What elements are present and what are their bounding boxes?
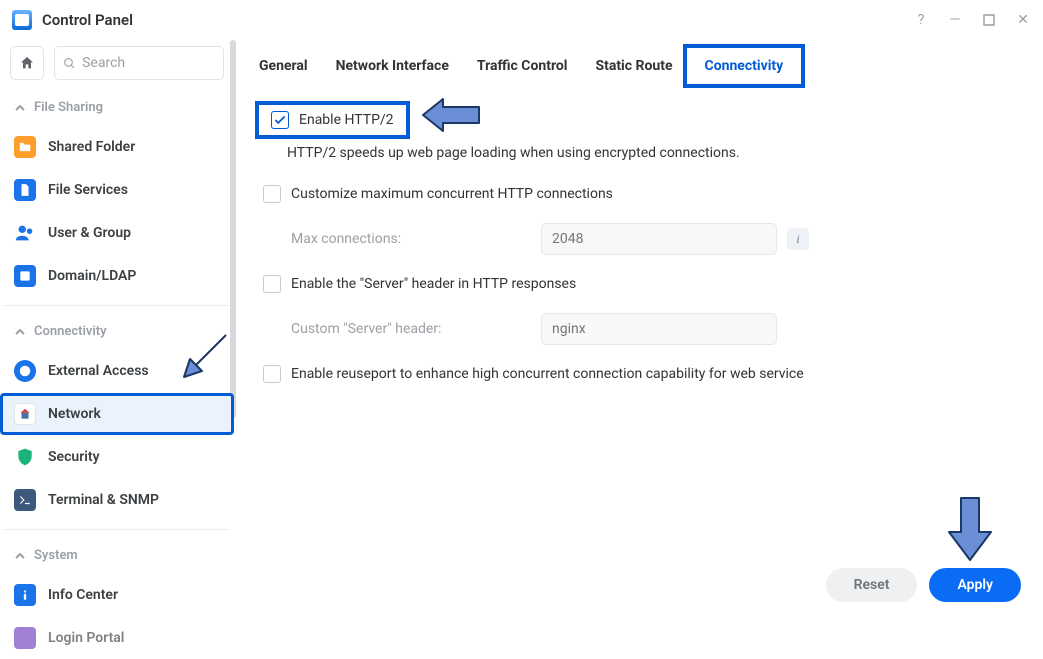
- shield-icon: [14, 446, 36, 468]
- section-system-label: System: [34, 548, 78, 563]
- sidebar-item-network[interactable]: Network: [0, 393, 234, 435]
- sidebar-item-domain-ldap[interactable]: Domain/LDAP: [0, 255, 234, 297]
- app-icon: [12, 10, 32, 30]
- option-label: Enable HTTP/2: [299, 112, 394, 128]
- divider: [4, 305, 230, 306]
- help-icon[interactable]: ?: [913, 12, 929, 28]
- network-icon: [14, 403, 36, 425]
- section-file-sharing-label: File Sharing: [34, 100, 103, 115]
- option-reuseport[interactable]: Enable reuseport to enhance high concurr…: [259, 355, 1023, 393]
- search-field[interactable]: [82, 55, 215, 71]
- sidebar-item-label: Terminal & SNMP: [48, 492, 159, 508]
- annotation-arrow-icon: [419, 95, 483, 139]
- sidebar-item-label: Shared Folder: [48, 139, 135, 155]
- reset-button[interactable]: Reset: [826, 568, 918, 602]
- chevron-up-icon: [14, 102, 26, 114]
- chevron-up-icon: [14, 326, 26, 338]
- external-icon: [14, 360, 36, 382]
- custom-server-input: [541, 313, 777, 345]
- checkbox-reuseport[interactable]: [263, 365, 281, 383]
- option-label: Customize maximum concurrent HTTP connec…: [291, 186, 613, 202]
- sidebar: File Sharing Shared Folder File Services…: [0, 40, 235, 614]
- checkbox-server-header[interactable]: [263, 275, 281, 293]
- search-input[interactable]: [54, 46, 224, 80]
- tab-connectivity[interactable]: Connectivity: [683, 44, 806, 88]
- file-icon: [14, 179, 36, 201]
- checkbox-enable-http2[interactable]: [271, 111, 289, 129]
- sidebar-item-label: Network: [48, 406, 101, 422]
- checkbox-customize-concurrent[interactable]: [263, 185, 281, 203]
- sidebar-item-label: Domain/LDAP: [48, 268, 136, 284]
- info-icon: [14, 584, 36, 606]
- users-icon: [14, 222, 36, 244]
- section-system[interactable]: System: [0, 538, 234, 573]
- sidebar-item-label: Info Center: [48, 587, 118, 603]
- sidebar-item-info-center[interactable]: Info Center: [0, 574, 234, 616]
- login-icon: [14, 627, 36, 649]
- content-pane: General Network Interface Traffic Contro…: [235, 40, 1043, 614]
- sidebar-item-label: External Access: [48, 363, 149, 379]
- sidebar-item-file-services[interactable]: File Services: [0, 169, 234, 211]
- sidebar-item-label: File Services: [48, 182, 128, 198]
- section-file-sharing[interactable]: File Sharing: [0, 90, 234, 125]
- sidebar-item-label: Login Portal: [48, 630, 124, 646]
- domain-icon: [14, 265, 36, 287]
- option-customize-concurrent[interactable]: Customize maximum concurrent HTTP connec…: [259, 175, 1023, 213]
- http2-help-text: HTTP/2 speeds up web page loading when u…: [259, 139, 1023, 175]
- option-enable-http2[interactable]: Enable HTTP/2: [255, 101, 410, 139]
- tab-traffic-control[interactable]: Traffic Control: [477, 58, 568, 74]
- section-connectivity-label: Connectivity: [34, 324, 107, 339]
- tab-network-interface[interactable]: Network Interface: [336, 58, 449, 74]
- option-server-header[interactable]: Enable the "Server" header in HTTP respo…: [259, 265, 1023, 303]
- sidebar-item-shared-folder[interactable]: Shared Folder: [0, 126, 234, 168]
- sidebar-item-label: User & Group: [48, 225, 131, 241]
- maximize-icon[interactable]: [981, 12, 997, 28]
- max-connections-label: Max connections:: [291, 231, 531, 247]
- home-button[interactable]: [10, 46, 44, 80]
- custom-server-label: Custom "Server" header:: [291, 321, 531, 337]
- info-button[interactable]: i: [787, 228, 809, 250]
- tab-general[interactable]: General: [259, 58, 308, 74]
- window-title: Control Panel: [42, 11, 133, 29]
- section-connectivity[interactable]: Connectivity: [0, 314, 234, 349]
- tab-static-route[interactable]: Static Route: [595, 58, 672, 74]
- sidebar-item-label: Security: [48, 449, 100, 465]
- sidebar-item-terminal-snmp[interactable]: Terminal & SNMP: [0, 479, 234, 521]
- minimize-icon[interactable]: —: [947, 12, 963, 28]
- terminal-icon: [14, 489, 36, 511]
- folder-icon: [14, 136, 36, 158]
- chevron-up-icon: [14, 550, 26, 562]
- annotation-arrow-icon: [945, 494, 995, 564]
- sidebar-item-user-group[interactable]: User & Group: [0, 212, 234, 254]
- close-icon[interactable]: ✕: [1015, 12, 1031, 28]
- sidebar-item-security[interactable]: Security: [0, 436, 234, 478]
- sidebar-item-login-portal[interactable]: Login Portal: [0, 617, 234, 659]
- apply-button[interactable]: Apply: [929, 568, 1021, 602]
- option-label: Enable reuseport to enhance high concurr…: [291, 366, 804, 382]
- sidebar-item-external-access[interactable]: External Access: [0, 350, 234, 392]
- option-label: Enable the "Server" header in HTTP respo…: [291, 276, 576, 292]
- tabs: General Network Interface Traffic Contro…: [259, 50, 1023, 87]
- max-connections-input: [541, 223, 777, 255]
- divider: [4, 529, 230, 530]
